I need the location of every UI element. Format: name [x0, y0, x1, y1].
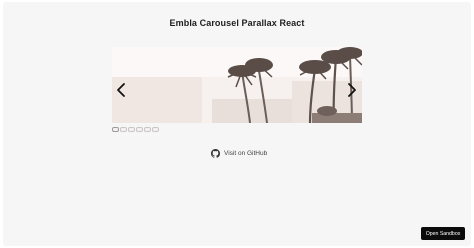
- carousel-dot[interactable]: [136, 127, 143, 132]
- github-link-label: Visit on GitHub: [224, 150, 268, 157]
- page-background: [3, 2, 471, 246]
- open-sandbox-button[interactable]: Open Sandbox: [421, 227, 465, 240]
- prev-slide-button[interactable]: [115, 82, 127, 98]
- carousel-dot[interactable]: [144, 127, 151, 132]
- next-slide-button[interactable]: [346, 82, 358, 98]
- palm-trees-photo: [112, 47, 362, 123]
- carousel-dot[interactable]: [112, 127, 119, 132]
- chevron-right-icon: [348, 83, 356, 97]
- carousel-dots: [112, 127, 159, 132]
- github-icon: [211, 149, 220, 158]
- carousel-dot[interactable]: [120, 127, 127, 132]
- chevron-left-icon: [117, 83, 125, 97]
- carousel-viewport[interactable]: [112, 47, 362, 123]
- page-title: Embla Carousel Parallax React: [169, 18, 305, 28]
- carousel-dot[interactable]: [128, 127, 135, 132]
- carousel-dot[interactable]: [152, 127, 159, 132]
- github-link[interactable]: Visit on GitHub: [211, 148, 267, 159]
